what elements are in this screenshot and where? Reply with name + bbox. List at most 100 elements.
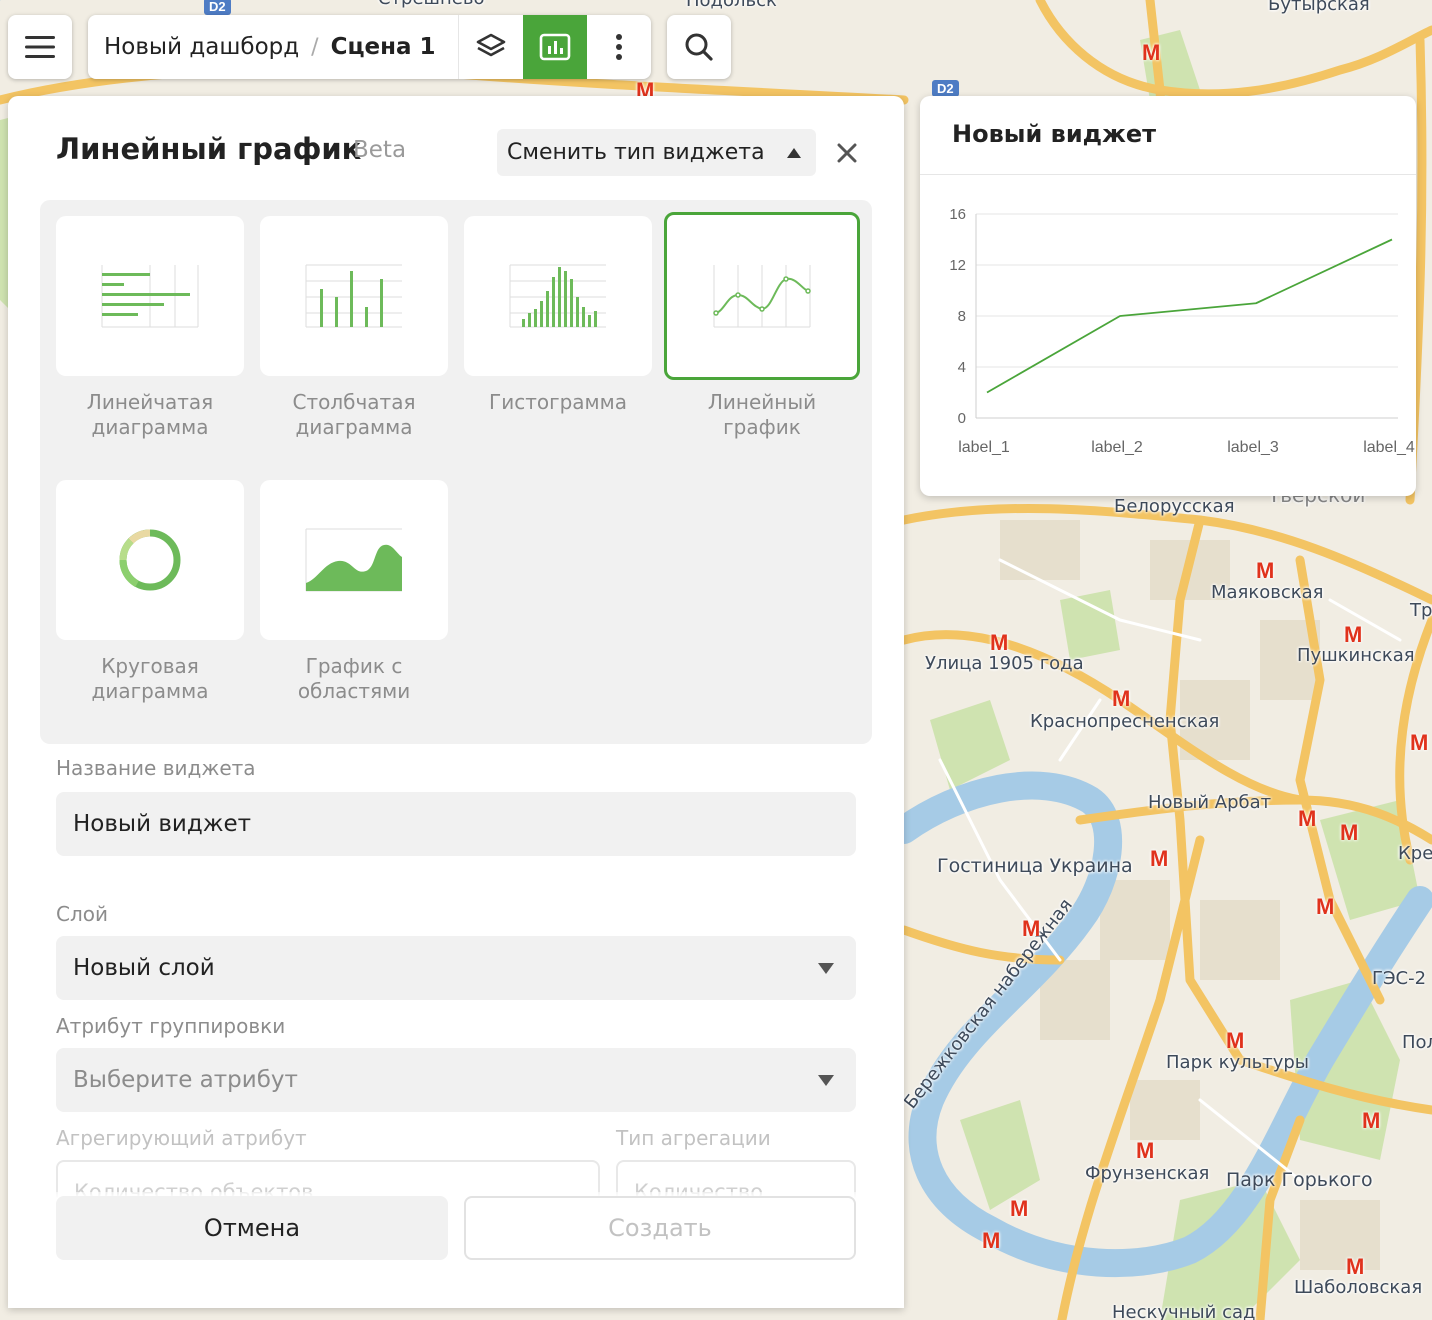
- beta-badge: Beta: [353, 137, 407, 163]
- widgets-button[interactable]: [523, 15, 587, 79]
- chevron-down-icon: [818, 1074, 834, 1086]
- widget-editor-panel: Линейный график Beta Сменить тип виджета…: [8, 96, 904, 1308]
- metro-icon[interactable]: M: [1256, 560, 1274, 582]
- aggregate-attribute-label: Агрегирующий атрибут: [56, 1126, 307, 1150]
- map-label-pol: Пол: [1402, 1032, 1432, 1053]
- widget-preview-card[interactable]: Новый виджет 0 4 8 12 16 label_1 label_2 label_…: [920, 96, 1416, 496]
- y-tick-label: 12: [949, 257, 966, 274]
- metro-icon[interactable]: M: [1316, 896, 1334, 918]
- map-label-ulitsa-1905: Улица 1905 года: [925, 653, 1084, 674]
- chevron-down-icon: [818, 962, 834, 974]
- breadcrumb-scene[interactable]: Сцена 1: [331, 34, 436, 60]
- widget-type-card[interactable]: [260, 216, 448, 376]
- widget-type-horizontal-bar[interactable]: Линейчатая диаграмма: [56, 216, 244, 440]
- divider: [920, 174, 1416, 175]
- widget-type-label: Круговая диаграмма: [91, 654, 209, 703]
- panel-title: Линейный график: [56, 132, 362, 166]
- menu-icon: [25, 36, 55, 58]
- map-label-gostinitsa-ukraina: Гостиница Украина: [937, 855, 1133, 877]
- y-tick-label: 0: [958, 410, 966, 427]
- change-widget-type-button[interactable]: Сменить тип виджета: [497, 129, 816, 176]
- line-chart: 0 4 8 12 16 label_1 label_2 label_3 label_4: [949, 206, 1415, 456]
- widget-type-label: Линейчатая диаграмма: [86, 390, 214, 439]
- widget-type-card[interactable]: [464, 216, 652, 376]
- layer-select[interactable]: Новый слой: [56, 936, 856, 1000]
- search-button[interactable]: [667, 15, 731, 79]
- close-icon: [837, 143, 857, 163]
- map-label-park-kultury: Парк культуры: [1166, 1052, 1309, 1073]
- x-tick-label: label_3: [1227, 439, 1279, 456]
- widget-type-card[interactable]: [260, 480, 448, 640]
- widget-type-vertical-bar[interactable]: Столбчатая диаграмма: [260, 216, 448, 440]
- widget-type-card[interactable]: [56, 480, 244, 640]
- widget-type-line[interactable]: Линейный график: [664, 212, 860, 440]
- map-label-tr: Тр: [1410, 600, 1432, 621]
- widget-name-value: Новый виджет: [73, 811, 252, 837]
- metro-icon[interactable]: M: [1150, 848, 1168, 870]
- layers-button[interactable]: [459, 15, 523, 79]
- widget-type-label: График с областями: [297, 654, 411, 703]
- map-label-frunzenskaya: Фрунзенская: [1085, 1163, 1210, 1184]
- map-label-shabolovskaya: Шаболовская: [1294, 1277, 1423, 1298]
- metro-icon[interactable]: M: [1010, 1198, 1028, 1220]
- widget-title: Новый виджет: [952, 120, 1157, 148]
- breadcrumb-bar: Новый дашборд / Сцена 1: [88, 15, 651, 79]
- layers-icon: [476, 33, 506, 57]
- map-label-streshnevo: Стрешнево: [378, 0, 485, 9]
- chart-icon: [539, 33, 571, 61]
- metro-icon[interactable]: M: [1362, 1110, 1380, 1132]
- line-chart-icon: [713, 265, 811, 328]
- close-button[interactable]: [832, 138, 862, 168]
- metro-icon[interactable]: M: [982, 1230, 1000, 1252]
- map-label-pushkinskaya: Пушкинская: [1297, 645, 1415, 666]
- map-label-park-gorkogo: Парк Горького: [1226, 1169, 1373, 1191]
- more-icon: [616, 34, 622, 60]
- map-label-mayakovskaya: Маяковская: [1211, 582, 1324, 603]
- x-tick-label: label_2: [1091, 439, 1143, 456]
- metro-icon[interactable]: M: [1340, 822, 1358, 844]
- menu-button[interactable]: [8, 15, 72, 79]
- road-shield: D2: [204, 0, 231, 15]
- map-label-belorusskaya: Белорусская: [1114, 496, 1235, 517]
- x-tick-label: label_4: [1363, 439, 1415, 456]
- aggregation-type-label: Тип агрегации: [616, 1126, 771, 1150]
- group-attribute-select[interactable]: Выберите атрибут: [56, 1048, 856, 1112]
- widget-type-area[interactable]: График с областями: [260, 480, 448, 704]
- create-button[interactable]: Создать: [464, 1196, 856, 1260]
- group-attribute-placeholder: Выберите атрибут: [73, 1067, 298, 1093]
- breadcrumb: Новый дашборд / Сцена 1: [88, 34, 458, 60]
- map-label-podolsk: Подольск: [686, 0, 777, 11]
- more-button[interactable]: [587, 15, 651, 79]
- area-chart-icon: [305, 528, 402, 592]
- y-tick-label: 8: [958, 308, 966, 325]
- breadcrumb-dashboard[interactable]: Новый дашборд: [104, 34, 299, 60]
- search-icon: [685, 33, 713, 61]
- widget-type-grid: Линейчатая диаграмма Столбчатая диаграмм…: [40, 200, 872, 744]
- cancel-button[interactable]: Отмена: [56, 1196, 448, 1260]
- metro-icon[interactable]: M: [1344, 624, 1362, 646]
- metro-icon[interactable]: M: [1410, 732, 1428, 754]
- y-tick-label: 16: [949, 206, 966, 223]
- map-label-ges2: ГЭС-2: [1372, 968, 1427, 989]
- map-label-butyrskaya: Бутырская: [1268, 0, 1370, 15]
- metro-icon[interactable]: M: [990, 632, 1008, 654]
- widget-type-card-selected[interactable]: [664, 212, 860, 380]
- metro-icon[interactable]: M: [1298, 808, 1316, 830]
- change-widget-type-label: Сменить тип виджета: [507, 140, 765, 165]
- x-tick-label: label_1: [958, 439, 1010, 456]
- widget-type-card[interactable]: [56, 216, 244, 376]
- metro-icon[interactable]: M: [1346, 1256, 1364, 1278]
- y-tick-label: 4: [958, 359, 966, 376]
- metro-icon[interactable]: M: [1022, 918, 1040, 940]
- metro-icon[interactable]: M: [1142, 42, 1160, 64]
- map-label-krasnopresnenskaya: Краснопресненская: [1030, 711, 1220, 732]
- chevron-up-icon: [787, 147, 801, 158]
- map-label-neskuchny-sad: Нескучный сад: [1112, 1302, 1256, 1320]
- widget-type-pie[interactable]: Круговая диаграмма: [56, 480, 244, 704]
- metro-icon[interactable]: M: [1226, 1030, 1244, 1052]
- widget-type-histogram[interactable]: Гистограмма: [464, 216, 652, 415]
- metro-icon[interactable]: M: [1136, 1140, 1154, 1162]
- metro-icon[interactable]: M: [1112, 688, 1130, 710]
- histogram-icon: [509, 264, 606, 328]
- widget-name-input[interactable]: Новый виджет: [56, 792, 856, 856]
